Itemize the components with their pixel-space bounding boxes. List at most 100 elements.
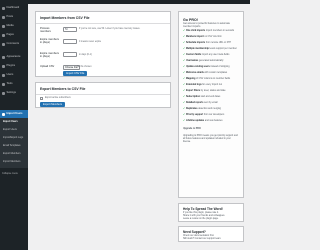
import-csv-button[interactable]: Import CSV File	[63, 71, 88, 76]
spread-panel-title: Help To Spread The Word!	[183, 207, 223, 211]
sidebar-item-label: Comments	[6, 42, 20, 46]
sidebar-item-users[interactable]: Users	[0, 72, 28, 79]
check-icon: ✓	[183, 66, 185, 68]
sidebar-item-label: Import Users	[6, 111, 23, 115]
sidebar-item-import-users[interactable]: Import Users	[0, 110, 28, 118]
sidebar-item-plugins[interactable]: Plugins	[0, 63, 28, 70]
export-active-label: Export active subscribers	[45, 97, 71, 99]
import-panel-title: Import Members from CSV File	[40, 16, 90, 20]
export-members-panel: Export Members to CSV File Export active…	[35, 82, 171, 108]
expire-days-label: Expire members in (days)	[40, 52, 59, 58]
submenu-item[interactable]: Export Members	[3, 152, 21, 155]
submenu-item[interactable]: Import/Export Logs	[3, 136, 23, 139]
admin-bar	[0, 0, 250, 4]
list-item: ✓ Subscription start and end dates	[183, 96, 221, 98]
export-panel-title: Export Members to CSV File	[40, 87, 86, 91]
submenu-item[interactable]: Import Users	[3, 120, 18, 123]
process-members-label: Process members	[40, 27, 51, 33]
go-pro-footer-text: Upgrading to PRO means you get priority …	[183, 135, 238, 143]
list-item: ✓ Duplicates detection and merging	[183, 108, 221, 110]
expire-members-input[interactable]	[63, 39, 77, 44]
submenu-item[interactable]: Import Members	[3, 160, 20, 163]
page-icon	[2, 34, 5, 37]
list-item: ✓ One click imports import members in sec…	[183, 30, 235, 32]
upgrade-to-pro-link[interactable]: Upgrade to PRO	[183, 128, 239, 131]
check-icon: ✓	[183, 90, 185, 92]
list-item: ✓ Welcome emails with custom templates	[183, 72, 228, 74]
collapse-menu-button[interactable]: Collapse menu	[2, 172, 18, 175]
check-icon: ✓	[183, 78, 185, 80]
sidebar-item-dashboard[interactable]: Dashboard	[0, 5, 28, 12]
check-icon: ✓	[183, 30, 185, 32]
check-icon: ✓	[183, 54, 185, 56]
process-members-hint: If you're not sure, use 50. Lower if you…	[79, 28, 141, 30]
go-pro-panel: Go PRO! Get access to powerful features …	[178, 11, 244, 198]
sidebar-item-tools[interactable]: Tools	[0, 81, 28, 88]
check-icon: ✓	[183, 36, 185, 38]
no-file-chosen-text: No file chosen	[77, 66, 92, 68]
settings-icon	[2, 92, 5, 95]
list-item: ✓ Detailed reports sent by email	[183, 102, 218, 104]
divider	[36, 94, 170, 95]
check-icon: ✓	[183, 120, 185, 122]
wrench-icon	[2, 83, 5, 86]
check-icon: ✓	[183, 60, 185, 62]
sidebar-item-label: Posts	[6, 15, 14, 19]
check-icon: ✓	[183, 48, 185, 50]
list-item: ✓ Extended logs for every import run	[183, 84, 223, 86]
sidebar-item-label: Tools	[6, 82, 13, 86]
list-item: ✓ Schedule imports from remote URL or FTP	[183, 42, 232, 44]
divider	[36, 23, 170, 24]
sidebar-item-label: Pages	[6, 33, 14, 37]
plugin-icon	[2, 65, 5, 68]
pin-icon	[2, 16, 5, 19]
check-icon: ✓	[183, 108, 185, 110]
import-members-panel: Import Members from CSV File Process mem…	[35, 11, 171, 77]
expire-members-hint: 0 means never expire	[79, 40, 102, 43]
sidebar-item-label: Media	[6, 24, 14, 28]
sidebar-item-settings[interactable]: Settings	[0, 90, 28, 97]
list-item: ✓ Multiple membership levels support per …	[183, 48, 237, 50]
sidebar-item-media[interactable]: Media	[0, 23, 28, 30]
check-icon: ✓	[183, 96, 185, 98]
check-icon: ✓	[183, 102, 185, 104]
support-contact-link[interactable]: Still stuck? Contact our support team.	[183, 238, 239, 241]
admin-sidebar: Dashboard Posts Media Pages Comments App…	[0, 0, 28, 250]
spread-the-word-panel: Help To Spread The Word! If you like thi…	[178, 203, 244, 222]
sidebar-item-label: Users	[6, 73, 14, 77]
dashboard-icon	[2, 7, 5, 10]
expire-days-input[interactable]	[63, 52, 77, 57]
sidebar-submenu: Import Users Export Users Import/Export …	[0, 118, 28, 168]
sidebar-item-label: Dashboard	[6, 6, 20, 10]
submenu-item[interactable]: Email Templates	[3, 144, 21, 147]
submenu-item[interactable]: Export Users	[3, 128, 17, 131]
spread-review-link[interactable]: Leave a review on the plugin page.	[183, 218, 239, 221]
sidebar-item-posts[interactable]: Posts	[0, 14, 28, 21]
brush-icon	[2, 56, 5, 59]
sidebar-item-label: Settings	[6, 91, 16, 95]
check-icon: ✓	[183, 72, 185, 74]
go-pro-intro: Get access to powerful features to autom…	[183, 22, 230, 28]
list-item: ✓ Usernames generated automatically	[183, 60, 224, 62]
list-item: ✓ Export filters by level, status and dat…	[183, 90, 226, 92]
list-item: ✓ Priority support from our developers	[183, 114, 225, 116]
list-item: ✓ Lifetime updates and new features	[183, 120, 223, 122]
export-active-checkbox[interactable]	[40, 96, 43, 100]
export-members-button[interactable]: Export Members	[40, 101, 66, 107]
comment-icon	[2, 43, 5, 46]
sidebar-item-label: Appearance	[6, 55, 21, 59]
support-panel-title: Need Support?	[183, 230, 206, 234]
check-icon: ✓	[183, 114, 185, 116]
list-item: ✓ Members import no CSV row limit	[183, 36, 222, 38]
list-item: ✓ Update existing users instead of skippi…	[183, 66, 230, 68]
sidebar-item-appearance[interactable]: Appearance	[0, 54, 28, 61]
check-icon: ✓	[183, 42, 185, 44]
import-icon	[2, 112, 5, 116]
expire-members-label: Expire members in (days)	[40, 38, 59, 44]
media-icon	[2, 25, 5, 28]
list-item: ✓ Custom fields import any user meta fiel…	[183, 54, 230, 56]
need-support-panel: Need Support? Check our documentation fi…	[178, 226, 244, 242]
sidebar-item-comments[interactable]: Comments	[0, 41, 28, 48]
process-members-input[interactable]: 50	[63, 26, 77, 32]
sidebar-item-pages[interactable]: Pages	[0, 32, 28, 39]
